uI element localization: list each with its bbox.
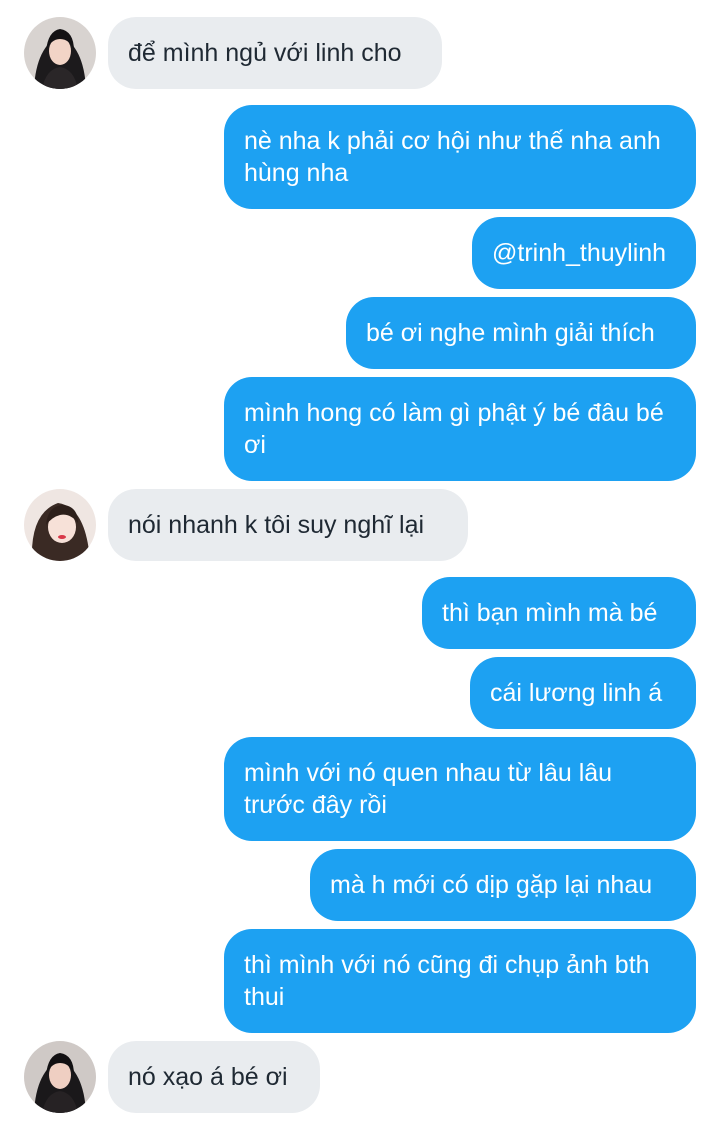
avatar-photo-icon — [24, 17, 96, 89]
message-text: bé ơi nghe mình giải thích — [366, 319, 655, 347]
avatar-photo-icon — [24, 489, 96, 561]
message-text: nói nhanh k tôi suy nghĩ lại — [128, 511, 425, 539]
message-text: thì mình với nó cũng đi chụp ảnh bth thu… — [244, 951, 650, 1011]
message-text: thì bạn mình mà bé — [442, 599, 658, 627]
message-bubble-incoming[interactable]: nó xạo á bé ơi — [108, 1041, 320, 1113]
message-bubble-outgoing[interactable]: thì mình với nó cũng đi chụp ảnh bth thu… — [224, 929, 696, 1033]
mention-link[interactable]: @trinh_thuylinh — [492, 237, 666, 269]
message-bubble-outgoing[interactable]: mình hong có làm gì phật ý bé đâu bé ơi — [224, 377, 696, 481]
avatar-photo-icon — [24, 1041, 96, 1113]
message-bubble-outgoing[interactable]: bé ơi nghe mình giải thích — [346, 297, 696, 369]
message-bubble-outgoing[interactable]: nè nha k phải cơ hội như thế nha anh hùn… — [224, 105, 696, 209]
message-text: nè nha k phải cơ hội như thế nha anh hùn… — [244, 127, 661, 187]
contact-avatar[interactable] — [24, 1041, 96, 1113]
message-text: nó xạo á bé ơi — [128, 1063, 288, 1091]
contact-avatar[interactable] — [24, 489, 96, 561]
contact-avatar[interactable] — [24, 17, 96, 89]
message-bubble-incoming[interactable]: nói nhanh k tôi suy nghĩ lại — [108, 489, 468, 561]
message-text: mà h mới có dịp gặp lại nhau — [330, 871, 653, 899]
message-text: để mình ngủ với linh cho — [128, 39, 402, 67]
message-text: mình hong có làm gì phật ý bé đâu bé ơi — [244, 399, 664, 459]
message-bubble-incoming[interactable]: để mình ngủ với linh cho — [108, 17, 442, 89]
message-bubble-outgoing[interactable]: thì bạn mình mà bé — [422, 577, 696, 649]
message-bubble-outgoing[interactable]: @trinh_thuylinh — [472, 217, 696, 289]
message-text: mình với nó quen nhau từ lâu lâu trước đ… — [244, 759, 613, 819]
message-bubble-outgoing[interactable]: mình với nó quen nhau từ lâu lâu trước đ… — [224, 737, 696, 841]
message-bubble-outgoing[interactable]: cái lương linh á — [470, 657, 696, 729]
message-text: cái lương linh á — [490, 679, 663, 707]
message-bubble-outgoing[interactable]: mà h mới có dịp gặp lại nhau — [310, 849, 696, 921]
